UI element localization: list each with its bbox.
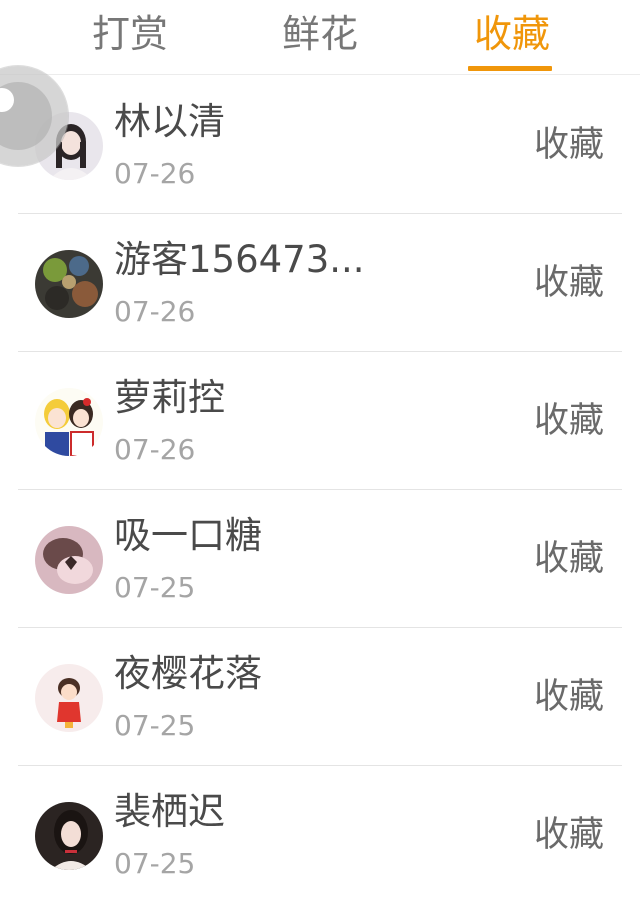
favorite-label: 收藏 [533,125,604,165]
user-name: 萝莉控 [114,376,225,419]
favorite-date: 07-26 [114,157,196,190]
anime-girls-avatar-icon [35,388,103,456]
user-name: 夜樱花落 [114,652,262,695]
user-name: 林以清 [114,100,225,143]
tab-bar: 打赏 鲜花 收藏 [0,0,640,75]
list-item[interactable]: 林以清 07-26 收藏 [18,76,622,214]
favorite-date: 07-26 [114,433,196,466]
cartoon-child-avatar-icon [35,664,103,732]
tab-flowers[interactable]: 鲜花 [270,6,370,62]
favorite-date: 07-26 [114,295,196,328]
tab-favorites[interactable]: 收藏 [462,6,562,62]
favorite-label: 收藏 [533,401,604,441]
pink-photo-avatar-icon [35,526,103,594]
blurry-photo-avatar-icon [35,250,103,318]
favorite-date: 07-25 [114,571,196,604]
favorite-date: 07-25 [114,847,196,880]
user-name: 裴栖迟 [114,790,225,833]
user-name: 吸一口糖 [114,514,262,557]
user-name: 游客156473... [114,238,365,281]
list-item[interactable]: 萝莉控 07-26 收藏 [18,352,622,490]
list-item[interactable]: 游客156473... 07-26 收藏 [18,214,622,352]
favorite-label: 收藏 [533,677,604,717]
list-item[interactable]: 裴栖迟 07-25 收藏 [18,766,622,904]
list-item[interactable]: 吸一口糖 07-25 收藏 [18,490,622,628]
active-tab-indicator [468,66,552,71]
list-item[interactable]: 夜樱花落 07-25 收藏 [18,628,622,766]
favorite-label: 收藏 [533,539,604,579]
favorites-list: 林以清 07-26 收藏 游客156473... 07-26 收藏 萝莉控 07… [0,76,640,904]
tab-reward[interactable]: 打赏 [80,6,180,62]
favorite-date: 07-25 [114,709,196,742]
favorite-label: 收藏 [533,263,604,303]
favorite-label: 收藏 [533,815,604,855]
dark-hair-girl-avatar-icon [35,802,103,870]
